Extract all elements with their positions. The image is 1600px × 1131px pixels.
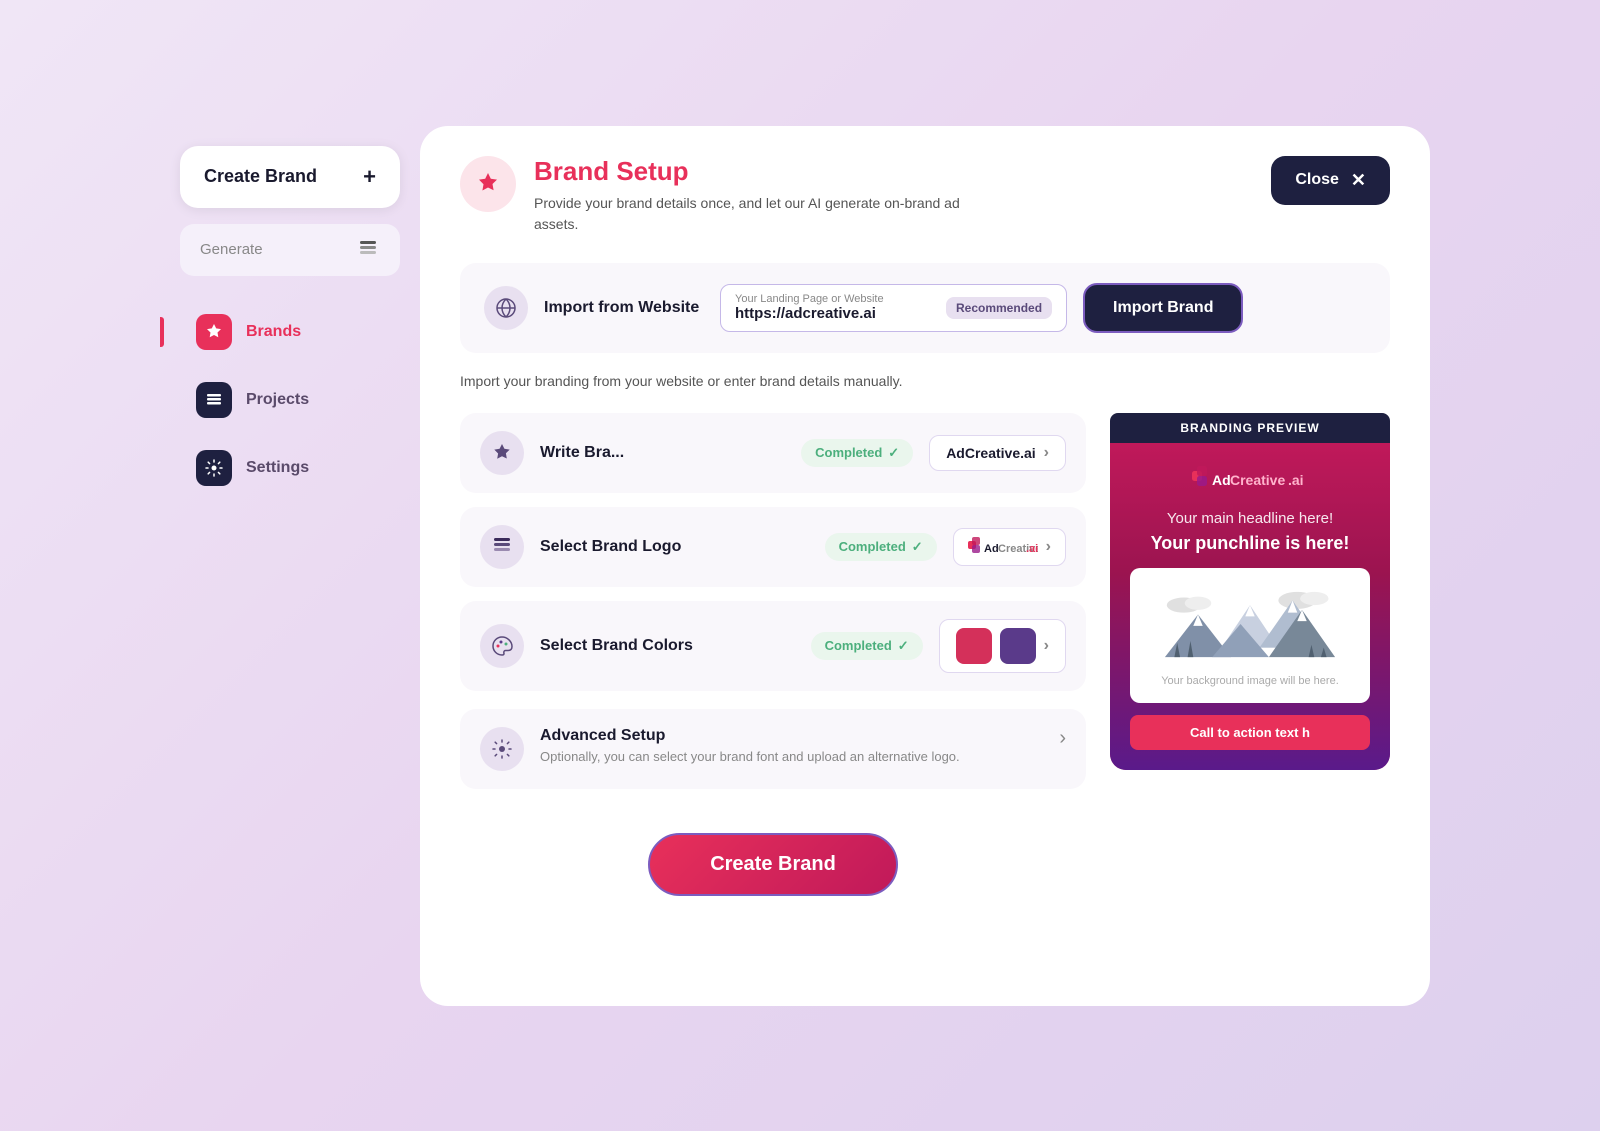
write-brand-value[interactable]: AdCreative.ai › (929, 435, 1066, 471)
svg-text:.ai: .ai (1026, 543, 1038, 555)
preview-image-placeholder: Your background image will be here. (1130, 568, 1370, 703)
svg-text:Creative: Creative (1230, 472, 1285, 488)
select-colors-step[interactable]: Select Brand Colors Completed ✓ › (460, 601, 1086, 691)
sidebar-item-projects[interactable]: Projects (180, 370, 400, 430)
mountain-illustration (1146, 584, 1354, 664)
chevron-right-icon-3: › (1044, 637, 1049, 655)
advanced-chevron-icon: › (1059, 727, 1066, 750)
write-brand-icon (480, 431, 524, 475)
generate-label: Generate (200, 241, 263, 258)
website-input[interactable] (735, 305, 936, 322)
settings-nav-icon (196, 450, 232, 486)
close-label: Close (1295, 171, 1339, 189)
advanced-setup-card[interactable]: Advanced Setup Optionally, you can selec… (460, 709, 1086, 789)
write-brand-step[interactable]: Write Bra... Completed ✓ AdCreative.ai › (460, 413, 1086, 493)
preview-cta: Call to action text h (1130, 715, 1370, 750)
brands-nav-label: Brands (246, 323, 301, 341)
create-brand-button[interactable]: Create Brand + (180, 146, 400, 208)
checkmark-icon-3: ✓ (898, 638, 909, 654)
write-brand-status: Completed ✓ (801, 439, 913, 467)
close-icon: ✕ (1351, 170, 1366, 191)
import-brand-button[interactable]: Import Brand (1083, 283, 1243, 333)
create-brand-footer: Create Brand (460, 833, 1086, 896)
import-icon-wrap (484, 286, 528, 330)
select-colors-icon (480, 624, 524, 668)
sidebar: Create Brand + Generate Br (160, 116, 420, 1016)
select-logo-step[interactable]: Select Brand Logo Completed ✓ Ad Creativ… (460, 507, 1086, 587)
advanced-setup-icon (480, 727, 524, 771)
setup-title: Brand Setup (534, 156, 974, 187)
checkmark-icon: ✓ (888, 445, 899, 461)
select-logo-title: Select Brand Logo (540, 538, 809, 556)
select-logo-value[interactable]: Ad Creative .ai › (953, 528, 1066, 566)
create-brand-main-label: Create Brand (710, 853, 836, 875)
main-content: Brand Setup Provide your brand details o… (420, 126, 1430, 1006)
advanced-text: Advanced Setup Optionally, you can selec… (540, 727, 1043, 764)
select-colors-status: Completed ✓ (811, 632, 923, 660)
setup-header-left: Brand Setup Provide your brand details o… (460, 156, 974, 235)
content-grid: Write Bra... Completed ✓ AdCreative.ai › (460, 413, 1390, 896)
preview-logo-area: Ad Creative .ai (1130, 463, 1370, 498)
navigation: Brands Projects (180, 302, 400, 498)
preview-bg-text: Your background image will be here. (1146, 675, 1354, 687)
preview-card: Ad Creative .ai Your main headline here!… (1110, 443, 1390, 770)
chevron-right-icon: › (1044, 444, 1049, 462)
svg-text:Ad: Ad (984, 543, 999, 555)
brands-nav-icon (196, 314, 232, 350)
setup-icon-wrap (460, 156, 516, 212)
color-swatch-2 (1000, 628, 1036, 664)
close-button[interactable]: Close ✕ (1271, 156, 1390, 205)
color-swatch-1 (956, 628, 992, 664)
checkmark-icon-2: ✓ (912, 539, 923, 555)
svg-text:Ad: Ad (1212, 472, 1231, 488)
advanced-title: Advanced Setup (540, 727, 1043, 745)
steps-column: Write Bra... Completed ✓ AdCreative.ai › (460, 413, 1086, 896)
plus-icon: + (363, 164, 376, 190)
import-brand-label: Import Brand (1113, 299, 1213, 316)
setup-subtitle: Provide your brand details once, and let… (534, 193, 974, 235)
preview-label: BRANDING PREVIEW (1110, 413, 1390, 443)
preview-headline: Your main headline here! (1130, 510, 1370, 527)
import-note: Import your branding from your website o… (460, 373, 1390, 389)
projects-nav-label: Projects (246, 391, 309, 409)
sidebar-item-brands[interactable]: Brands (180, 302, 400, 362)
create-brand-main-button[interactable]: Create Brand (648, 833, 898, 896)
setup-text: Brand Setup Provide your brand details o… (534, 156, 974, 235)
generate-button[interactable]: Generate (180, 224, 400, 276)
select-logo-icon (480, 525, 524, 569)
import-input-wrap: Your Landing Page or Website (735, 293, 936, 323)
setup-header: Brand Setup Provide your brand details o… (460, 156, 1390, 235)
chevron-right-icon-2: › (1046, 538, 1051, 556)
svg-text:.ai: .ai (1288, 472, 1304, 488)
projects-nav-icon (196, 382, 232, 418)
select-logo-status: Completed ✓ (825, 533, 937, 561)
preview-punchline: Your punchline is here! (1130, 533, 1370, 554)
preview-inner: Ad Creative .ai Your main headline here!… (1110, 443, 1390, 770)
settings-nav-label: Settings (246, 459, 309, 477)
import-label: Import from Website (544, 299, 704, 317)
recommended-badge: Recommended (946, 297, 1052, 319)
input-field-label: Your Landing Page or Website (735, 293, 936, 305)
select-colors-title: Select Brand Colors (540, 637, 795, 655)
sidebar-item-settings[interactable]: Settings (180, 438, 400, 498)
write-brand-title: Write Bra... (540, 444, 785, 462)
adcreative-logo: Ad Creative .ai (968, 535, 1038, 559)
select-colors-value[interactable]: › (939, 619, 1066, 673)
import-input-container[interactable]: Your Landing Page or Website Recommended (720, 284, 1067, 332)
create-brand-label: Create Brand (204, 166, 317, 187)
advanced-subtitle: Optionally, you can select your brand fo… (540, 749, 1043, 764)
import-section: Import from Website Your Landing Page or… (460, 263, 1390, 353)
preview-logo: Ad Creative .ai (1190, 463, 1310, 493)
layers-icon (356, 238, 380, 262)
preview-column: BRANDING PREVIEW Ad Creative .ai (1110, 413, 1390, 770)
